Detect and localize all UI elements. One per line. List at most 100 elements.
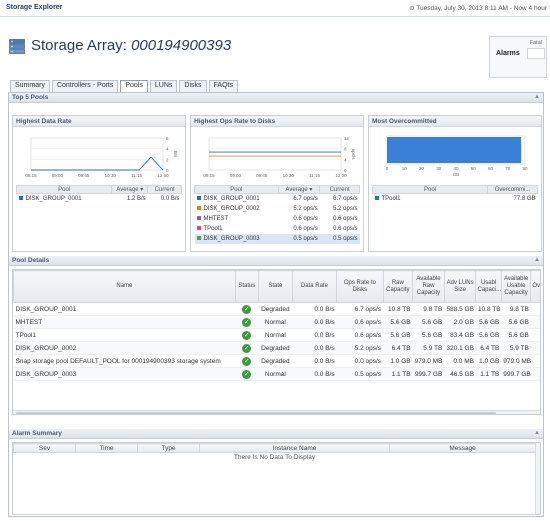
x-tick-label: 12:00: [335, 173, 347, 178]
column-header[interactable]: Status: [234, 270, 259, 303]
series-swatch: [196, 215, 201, 220]
cur-cell: 6.7 ops/s: [333, 195, 358, 202]
tab-disks[interactable]: Disks: [179, 80, 207, 92]
time-range-label: Tuesday, July 30, 2013 8:11 AM - Now 4 h…: [416, 5, 547, 12]
state-cell: Normal: [258, 315, 293, 329]
alarm-summary-header[interactable]: Alarm Summary ▲: [9, 429, 543, 439]
table-row[interactable]: DISK_GROUP_0003 0.5 ops/s 0.5 ops/s: [194, 233, 360, 244]
column-header[interactable]: Usabl Capaci...: [475, 270, 502, 303]
series-swatch: [18, 196, 23, 201]
pool-name: DISK_GROUP_0002: [203, 205, 260, 212]
pool-name-cell[interactable]: DISK_GROUP_0001: [13, 302, 236, 316]
x-tick-label: 11:15: [131, 173, 142, 178]
y-tick-label: 8: [344, 147, 347, 152]
table-row[interactable]: TPool1 ✓ Normal 0.0 B/s 0.6 ops/s 5.6 GB 5.6 G…: [13, 328, 540, 342]
col-current[interactable]: Current: [147, 185, 182, 194]
series-swatch: [374, 196, 379, 201]
column-header[interactable]: Time: [75, 443, 138, 453]
col-average[interactable]: Average ▾: [277, 185, 321, 194]
status-cell: ✓: [235, 302, 259, 316]
alarm-summary-title: Alarm Summary: [12, 430, 62, 437]
pool-name-cell[interactable]: DISK_GROUP_0002: [13, 341, 236, 355]
column-header[interactable]: Raw Capacity: [382, 270, 414, 303]
x-tick-label: 09:45: [256, 173, 268, 178]
y-tick-label: 12: [344, 136, 350, 141]
pool-name: DISK_GROUP_0003: [203, 235, 260, 242]
column-header[interactable]: Available Raw Capacity: [412, 270, 445, 303]
y-tick-label: 2: [166, 157, 169, 162]
status-cell: ✓: [235, 315, 259, 329]
x-tick-label: 40: [453, 166, 459, 171]
collapse-icon[interactable]: ▲: [534, 257, 540, 263]
table-row[interactable]: DISK_GROUP_0001 1.2 B/s 0.0 B/s: [17, 194, 182, 204]
col-pool[interactable]: Pool: [371, 185, 489, 194]
column-header[interactable]: Ops Rate to Disks: [336, 270, 384, 303]
bar[interactable]: [387, 137, 522, 163]
scroll-thumb[interactable]: [16, 412, 496, 414]
table-row[interactable]: DISK_GROUP_0001 6.7 ops/s 6.7 ops/s: [195, 194, 360, 204]
column-header[interactable]: Data Rate: [291, 270, 338, 303]
pool-name-cell[interactable]: MHTEST: [13, 315, 236, 329]
x-tick-label: 10: [402, 166, 408, 171]
x-tick-label: 09:15: [203, 173, 215, 178]
x-tick-label: 10:30: [283, 173, 295, 178]
x-tick-label: 80: [522, 166, 528, 171]
col-pool[interactable]: Pool: [15, 185, 113, 194]
alarm-vscrollbar[interactable]: [535, 443, 540, 514]
avail_usable-cell: 5.6 GB: [501, 328, 531, 342]
pool-details-hscrollbar[interactable]: [13, 410, 540, 414]
column-header[interactable]: Type: [137, 443, 200, 453]
data_rate-cell: 0.0 B/s: [292, 315, 337, 329]
column-header[interactable]: Instance Name: [199, 443, 390, 453]
series-swatch: [196, 235, 201, 240]
avail_usable-cell: 5.9 TB: [501, 341, 531, 355]
column-header[interactable]: Sev: [13, 443, 76, 453]
status-cell: ✓: [235, 341, 259, 355]
table-row[interactable]: DISK_GROUP_0002 5.2 ops/s 5.2 ops/s: [195, 204, 360, 214]
col-average[interactable]: Average ▾: [111, 185, 149, 194]
pool-details-header[interactable]: Pool Details ▲: [9, 256, 543, 266]
column-header[interactable]: Adv LUNs Size: [443, 270, 477, 303]
avg-cell: 1.2 B/s: [127, 195, 146, 202]
column-header[interactable]: Available Usable Capacity: [500, 270, 532, 303]
table-row[interactable]: Snap storage pool DEFAULT_POOL for 00019…: [13, 354, 540, 368]
table-row[interactable]: MHTEST ✓ Normal 0.0 B/s 0.6 ops/s 5.6 GB 5.6 G…: [13, 315, 540, 329]
top5-section-header[interactable]: Top 5 Pools ▲: [9, 93, 543, 103]
table-row[interactable]: TPool1 0.6 ops/s 0.6 ops/s: [195, 224, 360, 234]
col-overcommitted[interactable]: Overcommi...: [487, 185, 538, 194]
fatal-alarm-count[interactable]: [527, 48, 545, 59]
tab-faqts[interactable]: FAQts: [208, 80, 238, 92]
avail_raw-cell: 9.8 TB: [412, 302, 445, 316]
page-title-prefix: Storage Array:: [31, 37, 127, 54]
table-row[interactable]: DISK_GROUP_0003 ✓ Normal 0.0 B/s 0.5 ops/s 1.…: [13, 367, 540, 381]
pool-name-cell[interactable]: TPool1: [13, 328, 236, 342]
col-current[interactable]: Current: [319, 185, 360, 194]
table-row[interactable]: MHTEST 0.6 ops/s 0.6 ops/s: [195, 214, 360, 224]
pool-details-grid: Name Status State Data Rate Ops Rate to Disk…: [12, 269, 541, 415]
alarms-widget[interactable]: Fatal Alarms: [489, 36, 547, 78]
pool-name-cell[interactable]: DISK_GROUP_0003: [13, 367, 236, 381]
tab-luns[interactable]: LUNs: [149, 80, 178, 92]
x-tick-label: 12:00: [157, 173, 169, 178]
column-header[interactable]: Message: [389, 443, 536, 453]
column-header[interactable]: Ov: [530, 270, 540, 303]
overcommitted-chart: 0 10 20 30 40 50 60 70 80 GB: [386, 135, 528, 177]
table-row[interactable]: DISK_GROUP_0001 ✓ Degraded 0.0 B/s 6.7 ops/s…: [13, 302, 540, 316]
tab-summary[interactable]: Summary: [10, 80, 50, 92]
col-pool[interactable]: Pool: [194, 185, 279, 194]
table-row[interactable]: DISK_GROUP_0002 ✓ Degraded 0.0 B/s 5.2 ops/s…: [13, 341, 540, 355]
collapse-icon[interactable]: ▲: [534, 94, 540, 100]
ops-cell: 0.6 ops/s: [336, 328, 384, 342]
tab-controllers-ports[interactable]: Controllers - Ports: [51, 80, 119, 92]
table-row[interactable]: TPool1 77.8 GB: [373, 194, 538, 204]
avg-cell: 0.6 ops/s: [293, 215, 318, 222]
collapse-icon[interactable]: ▲: [534, 430, 540, 436]
column-header[interactable]: Name: [13, 270, 236, 303]
pools-content: Top 5 Pools ▲ Highest Data Rate 0 2 4 6 B/s 0…: [8, 92, 544, 517]
time-range-selector[interactable]: ⊙ Tuesday, July 30, 2013 8:11 AM - Now 4…: [409, 4, 547, 12]
column-header[interactable]: State: [257, 270, 293, 303]
pool-name-cell[interactable]: Snap storage pool DEFAULT_POOL for 00019…: [13, 354, 236, 368]
ops-cell: 0.0 ops/s: [336, 354, 384, 368]
alarms-label: Alarms: [496, 50, 520, 57]
app-title: Storage Explorer: [6, 4, 63, 11]
